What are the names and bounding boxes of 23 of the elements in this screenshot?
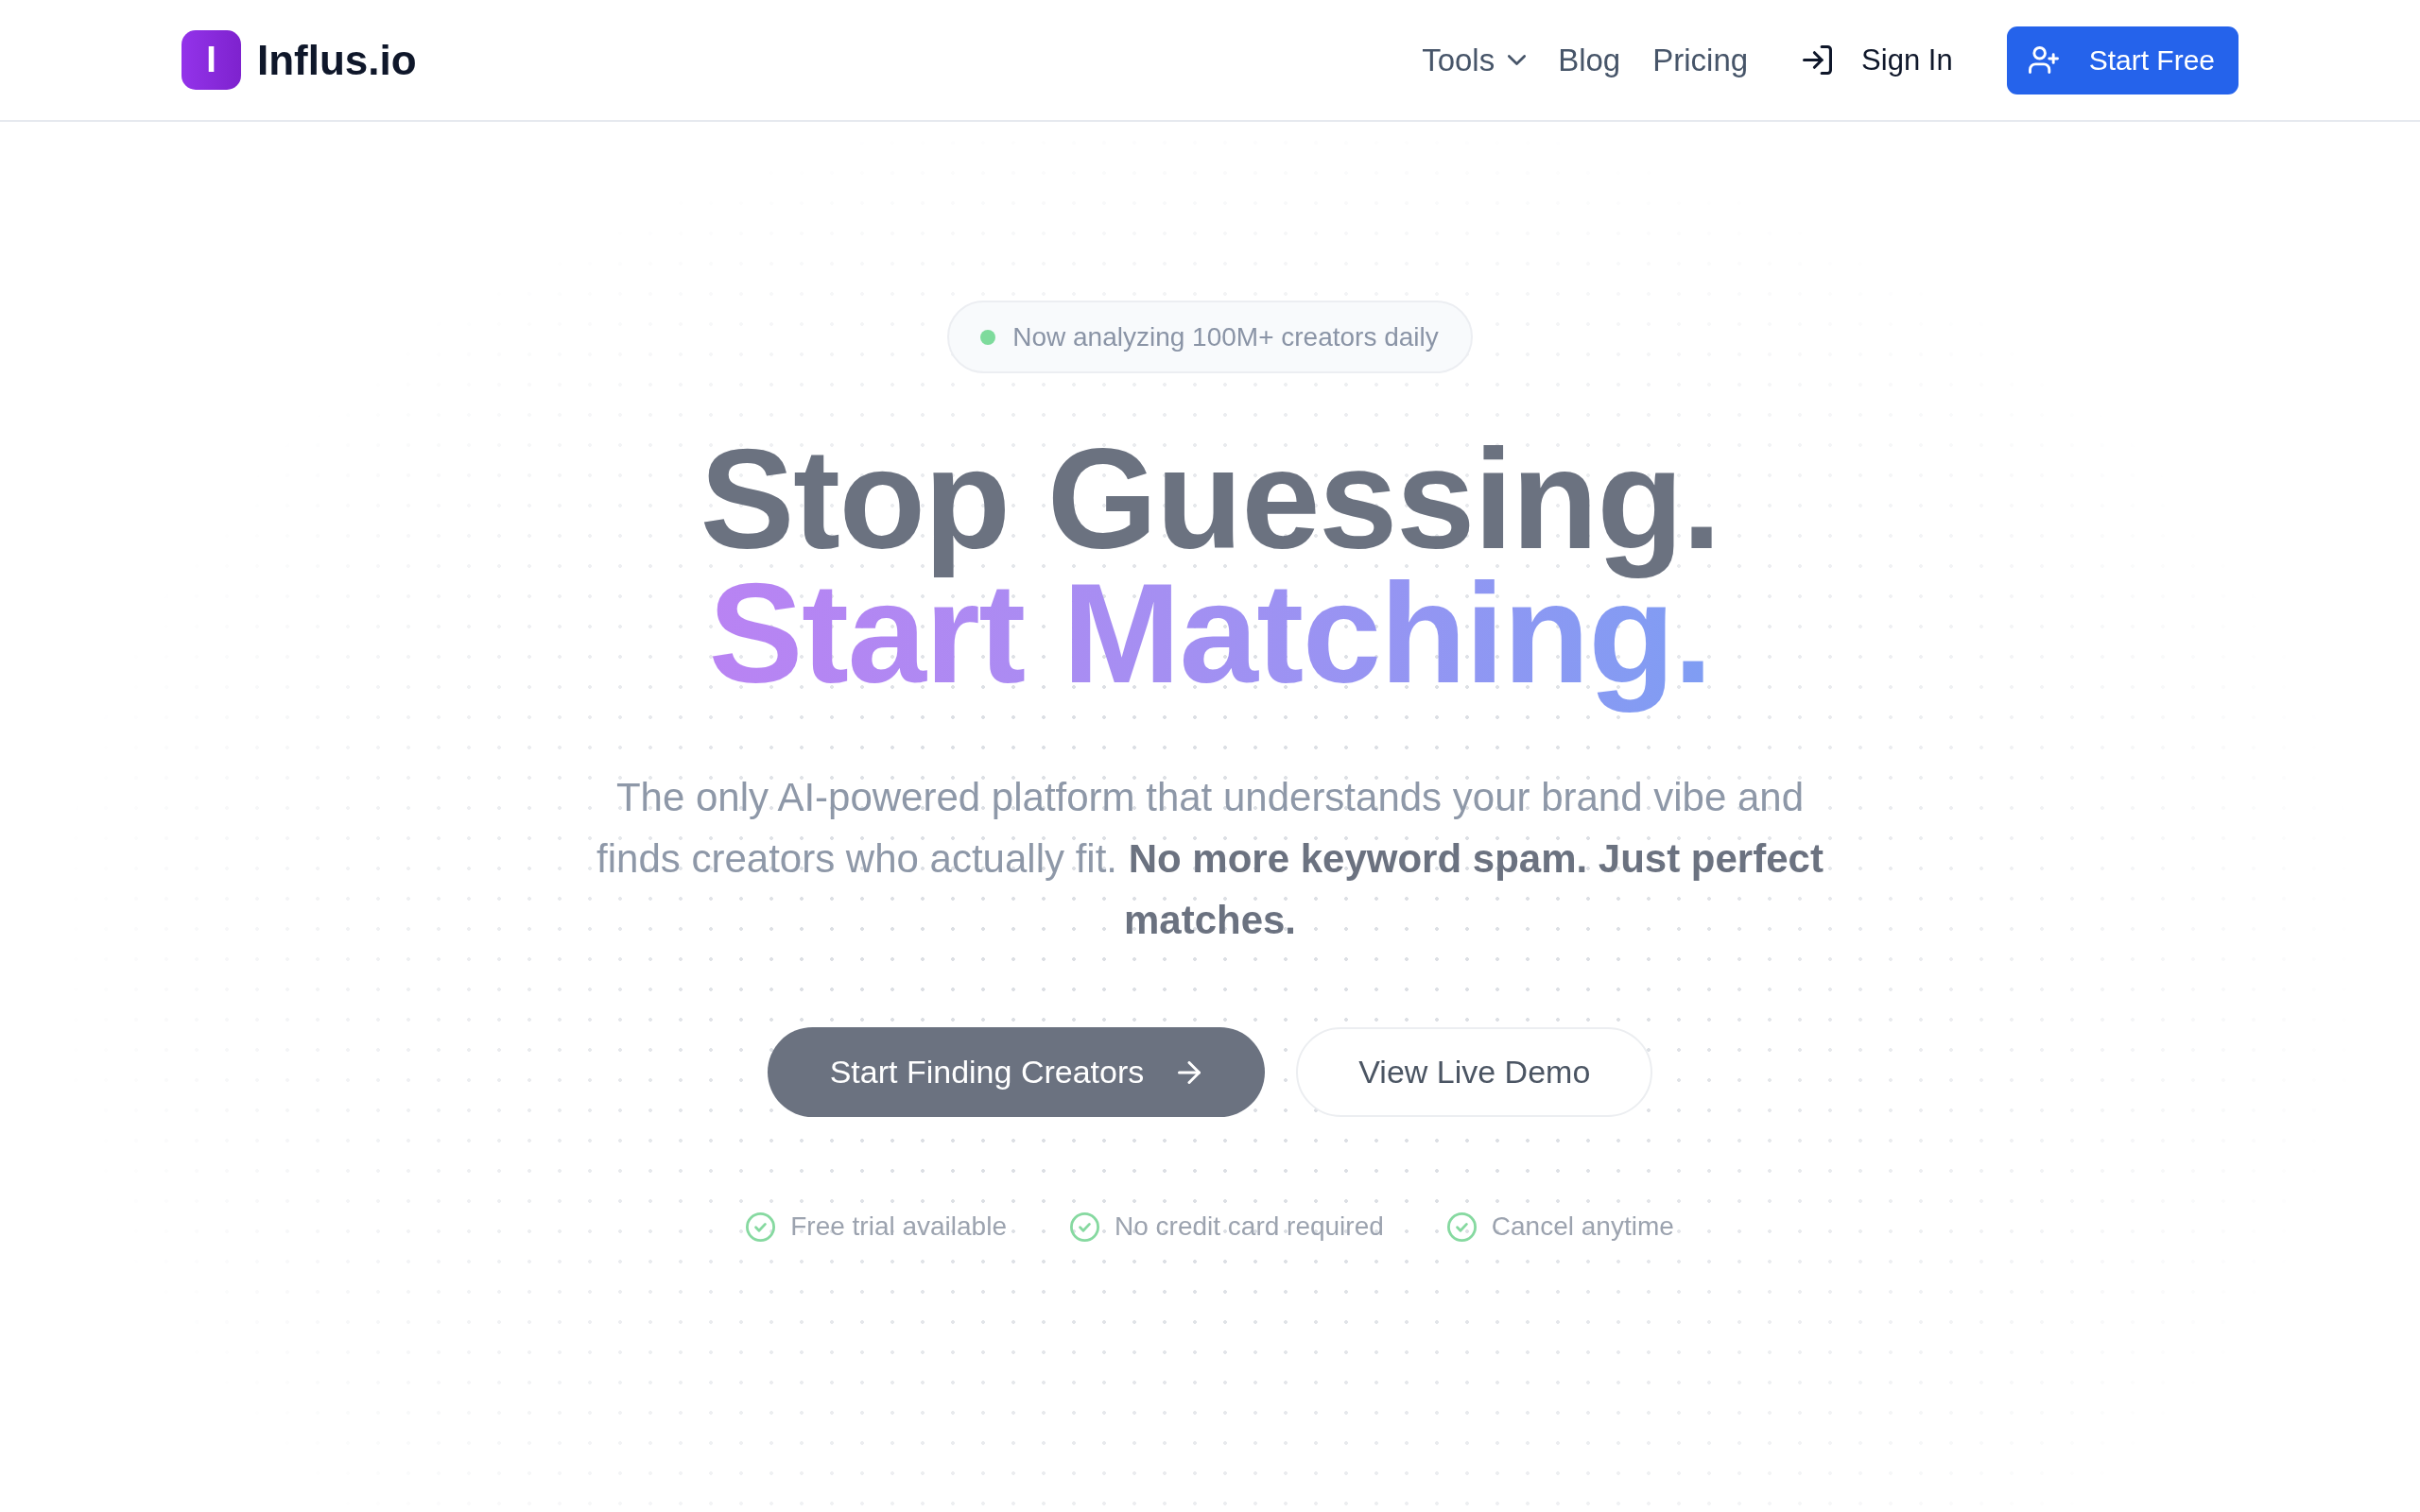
status-dot-icon [980,330,996,345]
check-circle-icon [746,1211,776,1242]
secondary-button[interactable]: View Live Demo [1296,1027,1653,1117]
hero-subtitle: The only AI-powered platform that understands your brand vibe and finds creators who actually fit. No more keyword spam. Just perfect matches. [596,774,1824,944]
logo-text: Influs.io [257,36,417,84]
badge-text: Now analyzing 100M+ creators daily [1012,321,1439,353]
primary-button[interactable]: Start Finding Creators [767,1027,1266,1117]
chevron-down-icon [1508,55,1527,65]
arrow-right-icon [1178,1060,1201,1084]
feature-text: Cancel anytime [1491,1211,1674,1243]
sign-in-icon [1803,45,1833,75]
check-circle-icon [1070,1211,1099,1242]
sign-in-link[interactable]: Sign In [1803,43,1953,77]
nav-link[interactable]: Pricing [1652,42,1749,78]
user-plus-icon [2028,46,2059,74]
nav-link[interactable]: Blog [1558,42,1621,78]
check-circle-icon [1446,1211,1477,1242]
start-free-button[interactable]: Start Free [2006,26,2238,94]
feature-text: Free trial available [790,1211,1007,1243]
feature-text: No credit card required [1115,1211,1384,1243]
headline-text: Stop Guessing. [700,444,1720,578]
logo-mark: I [182,30,241,90]
nav-dropdown[interactable]: Tools [1422,42,1527,78]
